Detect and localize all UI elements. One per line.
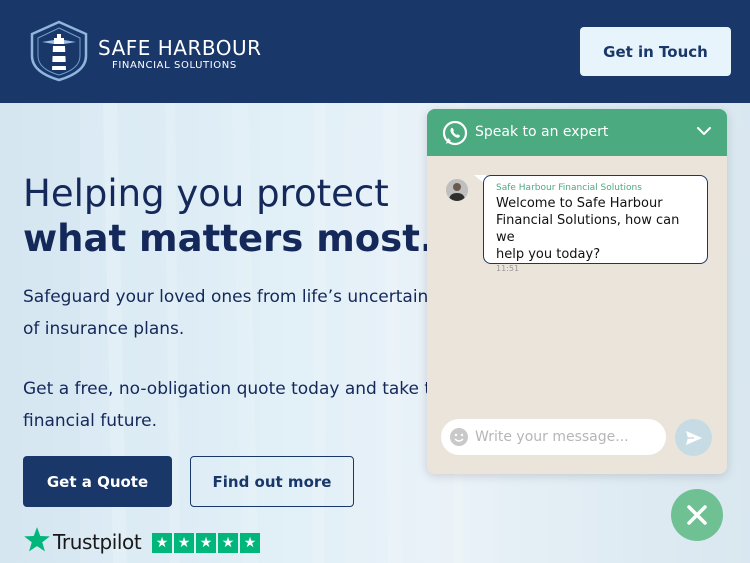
chevron-down-icon[interactable] <box>695 122 713 140</box>
hero-paragraph2-line2: financial future. <box>23 411 157 431</box>
message-time: 11:51 <box>496 264 520 273</box>
chat-title: Speak to an expert <box>475 124 609 140</box>
rating-star-icon: ★ <box>174 533 194 553</box>
message-input-container[interactable] <box>441 419 666 455</box>
whatsapp-icon <box>442 120 468 146</box>
agent-avatar <box>446 179 468 201</box>
brand-subtitle: FINANCIAL SOLUTIONS <box>112 60 237 71</box>
hero-paragraph1-line2: of insurance plans. <box>23 319 185 339</box>
lighthouse-logo-icon[interactable] <box>28 20 90 82</box>
message-text-line1: Welcome to Safe Harbour <box>496 196 663 211</box>
hero-headline-line2: what matters most. <box>23 217 434 260</box>
find-out-more-button[interactable]: Find out more <box>190 456 354 507</box>
message-text-line2: Financial Solutions, how can we <box>496 213 680 245</box>
message-text: Welcome to Safe Harbour Financial Soluti… <box>496 195 695 263</box>
rating-star-icon: ★ <box>240 533 260 553</box>
hero-headline-line1: Helping you protect <box>23 172 389 215</box>
rating-star-icon: ★ <box>218 533 238 553</box>
trustpilot-label[interactable]: Trustpilot <box>53 530 142 554</box>
chat-header[interactable]: Speak to an expert <box>427 109 727 156</box>
brand[interactable]: SAFE HARBOUR FINANCIAL SOLUTIONS <box>98 37 262 71</box>
brand-name: SAFE HARBOUR <box>98 36 262 60</box>
smiley-icon[interactable] <box>449 427 469 447</box>
trustpilot-star-icon <box>24 527 50 552</box>
close-icon <box>687 505 707 525</box>
site-header: SAFE HARBOUR FINANCIAL SOLUTIONS Get in … <box>0 0 750 103</box>
hero-paragraph1-line1: Safeguard your loved ones from life’s un… <box>23 287 435 307</box>
rating-star-icon: ★ <box>152 533 172 553</box>
trustpilot-rating: ★ ★ ★ ★ ★ <box>152 533 260 553</box>
message-sender: Safe Harbour Financial Solutions <box>496 183 642 193</box>
chat-message: Safe Harbour Financial Solutions Welcome… <box>483 175 708 273</box>
close-chat-button[interactable] <box>671 489 723 541</box>
hero-paragraph2-line1: Get a free, no-obligation quote today an… <box>23 379 432 399</box>
send-button[interactable] <box>675 419 712 456</box>
message-input[interactable] <box>475 429 655 445</box>
chat-body: Safe Harbour Financial Solutions Welcome… <box>427 156 727 474</box>
chat-widget: Speak to an expert Safe Harbour Financia… <box>427 109 727 474</box>
rating-star-icon: ★ <box>196 533 216 553</box>
get-in-touch-button[interactable]: Get in Touch <box>580 27 731 76</box>
send-icon <box>685 430 702 445</box>
get-a-quote-button[interactable]: Get a Quote <box>23 456 172 507</box>
message-text-line3: help you today? <box>496 247 601 262</box>
